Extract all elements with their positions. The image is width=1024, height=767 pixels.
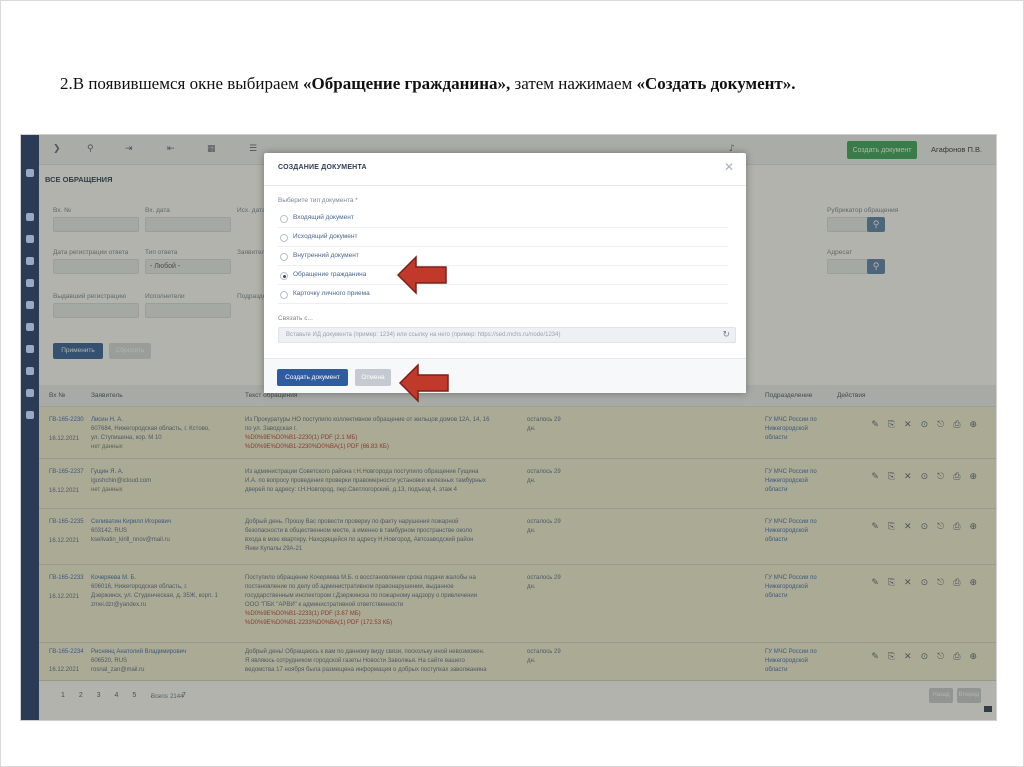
calendar-icon[interactable] <box>26 301 34 309</box>
modal-footer: Создать документ Отмена <box>264 358 746 393</box>
caption-prefix: 2.В появившемся окне выбираем <box>60 74 304 93</box>
link-document-input[interactable]: Вставьте ИД документа (пример: 1234) или… <box>278 327 736 343</box>
chart-icon[interactable] <box>26 345 34 353</box>
radio-option-outgoing[interactable]: Исходящий документ <box>278 229 728 247</box>
cancel-button[interactable]: Отмена <box>355 369 391 386</box>
close-icon[interactable]: ✕ <box>724 160 734 174</box>
folder-icon[interactable] <box>26 279 34 287</box>
radio-option-personal-reception[interactable]: Карточку личного приема <box>278 286 728 304</box>
radio-option-incoming[interactable]: Входящий документ <box>278 210 728 228</box>
radio-label[interactable]: Внутренний документ <box>293 252 359 259</box>
caption-bold-option: «Обращение гражданина», <box>303 74 511 93</box>
radio-button-selected[interactable] <box>280 272 288 280</box>
pointer-arrow-icon <box>396 255 447 295</box>
inbox-icon[interactable] <box>26 257 34 265</box>
radio-option-internal[interactable]: Внутренний документ <box>278 248 728 266</box>
pointer-arrow-icon <box>398 363 449 403</box>
radio-label[interactable]: Исходящий документ <box>293 233 357 240</box>
create-document-button[interactable]: Создать документ <box>277 369 348 386</box>
docs-icon[interactable] <box>26 235 34 243</box>
instruction-caption: 2.В появившемся окне выбираем «Обращение… <box>60 74 980 94</box>
link-with-label: Связать с... <box>278 315 313 322</box>
radio-option-citizen-appeal[interactable]: Обращение гражданина <box>278 267 728 285</box>
left-sidebar <box>21 135 39 720</box>
archive-icon[interactable] <box>26 389 34 397</box>
users-icon[interactable] <box>26 323 34 331</box>
radio-button[interactable] <box>280 234 288 242</box>
radio-label[interactable]: Обращение гражданина <box>293 271 366 278</box>
caption-bold-button: «Создать документ». <box>636 74 796 93</box>
modal-divider <box>264 185 746 186</box>
radio-label[interactable]: Карточку личного приема <box>293 290 370 297</box>
create-document-modal: СОЗДАНИЕ ДОКУМЕНТА ✕ Выберите тип докуме… <box>264 153 746 393</box>
settings-icon[interactable] <box>26 367 34 375</box>
document-type-label: Выберите тип документа * <box>278 197 358 204</box>
modal-title: СОЗДАНИЕ ДОКУМЕНТА <box>278 164 367 171</box>
refresh-icon[interactable]: ↻ <box>722 329 730 340</box>
radio-button[interactable] <box>280 291 288 299</box>
radio-label[interactable]: Входящий документ <box>293 214 354 221</box>
radio-button[interactable] <box>280 253 288 261</box>
caption-middle: затем нажимаем <box>510 74 637 93</box>
home-icon[interactable] <box>26 169 34 177</box>
radio-button[interactable] <box>280 215 288 223</box>
menu-icon[interactable] <box>26 213 34 221</box>
mail-icon[interactable] <box>26 411 34 419</box>
